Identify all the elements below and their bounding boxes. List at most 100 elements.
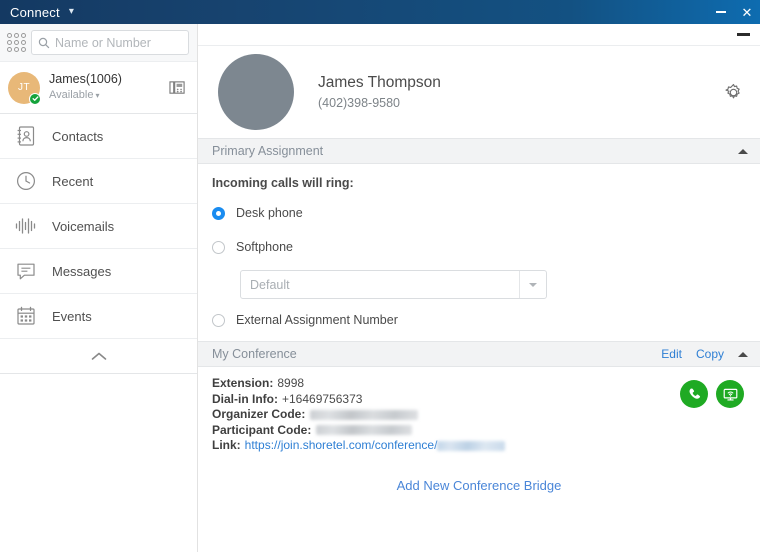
connect-app-window: Connect ▾ ✕ <box>0 0 760 552</box>
sidebar-empty-area <box>0 374 197 552</box>
current-user-text: James(1006) Available▾ <box>49 72 167 103</box>
close-button[interactable]: ✕ <box>734 0 760 24</box>
contacts-book-icon <box>10 125 42 147</box>
incoming-calls-label: Incoming calls will ring: <box>212 176 760 190</box>
sidebar-item-label: Events <box>52 309 92 324</box>
my-conference-header[interactable]: My Conference Edit Copy <box>198 341 760 367</box>
sidebar-item-label: Voicemails <box>52 219 114 234</box>
minimize-icon <box>737 33 750 36</box>
chevron-down-icon[interactable]: ▾ <box>69 7 74 17</box>
sidebar-item-contacts[interactable]: Contacts <box>0 114 197 159</box>
radio-softphone[interactable] <box>212 241 225 254</box>
main-panel: James Thompson (402)398-9580 Primary Ass… <box>198 24 760 552</box>
softphone-select[interactable]: Default <box>240 270 547 299</box>
add-bridge-row: Add New Conference Bridge <box>198 462 760 552</box>
conference-detail-link: Link: https://join.shoretel.com/conferen… <box>212 438 680 454</box>
radio-option-external-assignment[interactable]: External Assignment Number <box>212 309 760 331</box>
settings-button[interactable] <box>720 79 746 105</box>
sidebar-collapse-button[interactable] <box>0 339 197 374</box>
section-title: Primary Assignment <box>212 144 738 158</box>
dialpad-grid-icon[interactable] <box>6 32 27 54</box>
triangle-up-icon[interactable] <box>738 352 748 357</box>
conference-detail-organizer-code: Organizer Code: <box>212 407 680 423</box>
detail-value: +16469756373 <box>282 392 362 408</box>
current-user-row[interactable]: JT James(1006) Available▾ <box>0 62 197 114</box>
minimize-icon <box>716 11 726 13</box>
clock-icon <box>10 170 42 192</box>
radio-option-desk-phone[interactable]: Desk phone <box>212 202 760 224</box>
radio-label: External Assignment Number <box>236 313 398 327</box>
window-body: JT James(1006) Available▾ <box>0 24 760 552</box>
softphone-select-row: Default <box>240 270 760 299</box>
minimize-button[interactable] <box>708 0 734 24</box>
sidebar-item-recent[interactable]: Recent <box>0 159 197 204</box>
radio-option-softphone[interactable]: Softphone <box>212 236 760 258</box>
detail-key: Participant Code: <box>212 423 311 439</box>
presence-status-label: Available <box>49 89 93 101</box>
panel-minimize-button[interactable] <box>737 33 750 36</box>
primary-assignment-body: Incoming calls will ring: Desk phone Sof… <box>198 164 760 341</box>
copy-button[interactable]: Copy <box>696 347 724 361</box>
conference-detail-extension: Extension: 8998 <box>212 376 680 392</box>
sidebar-item-voicemails[interactable]: Voicemails <box>0 204 197 249</box>
chevron-down-icon <box>529 283 537 287</box>
triangle-up-icon[interactable] <box>738 149 748 154</box>
search-row <box>0 24 197 62</box>
redacted-link-value <box>437 441 505 451</box>
search-box[interactable] <box>31 30 189 55</box>
call-conference-button[interactable] <box>680 380 708 408</box>
current-user-name: James(1006) <box>49 72 167 87</box>
detail-key: Link: <box>212 438 241 454</box>
primary-assignment-header[interactable]: Primary Assignment <box>198 138 760 164</box>
detail-key: Organizer Code: <box>212 407 305 423</box>
presence-status-selector[interactable]: Available▾ <box>49 88 167 103</box>
desk-phone-icon[interactable] <box>167 78 187 98</box>
radio-label: Softphone <box>236 240 293 254</box>
profile-text: James Thompson (402)398-9580 <box>318 73 720 112</box>
conference-link[interactable]: https://join.shoretel.com/conference/ <box>245 438 438 454</box>
radio-label: Desk phone <box>236 206 303 220</box>
section-title: My Conference <box>212 347 661 361</box>
phone-icon <box>686 386 703 403</box>
detail-value: 8998 <box>277 376 304 392</box>
chat-bubble-icon <box>10 260 42 282</box>
my-conference-actions: Edit Copy <box>661 347 748 361</box>
window-controls: ✕ <box>708 0 760 24</box>
detail-key: Extension: <box>212 376 273 392</box>
primary-assignment-actions <box>738 149 748 154</box>
share-screen-button[interactable] <box>716 380 744 408</box>
softphone-select-value: Default <box>241 271 519 298</box>
conference-action-buttons <box>680 376 744 408</box>
sidebar-item-label: Messages <box>52 264 111 279</box>
panel-topbar <box>198 24 760 46</box>
title-bar: Connect ▾ ✕ <box>0 0 760 24</box>
gear-icon <box>724 83 743 102</box>
profile-header: James Thompson (402)398-9580 <box>198 46 760 138</box>
sidebar-item-events[interactable]: Events <box>0 294 197 339</box>
detail-key: Dial-in Info: <box>212 392 278 408</box>
radio-external-assignment[interactable] <box>212 314 225 327</box>
edit-button[interactable]: Edit <box>661 347 682 361</box>
redacted-value <box>310 410 418 420</box>
radio-desk-phone[interactable] <box>212 207 225 220</box>
screen-share-icon <box>722 386 739 403</box>
redacted-value <box>316 425 412 435</box>
chevron-up-icon <box>90 351 108 362</box>
sidebar: JT James(1006) Available▾ <box>0 24 198 552</box>
calendar-icon <box>10 305 42 327</box>
page-title: James Thompson <box>318 73 720 93</box>
sidebar-nav: Contacts Recent <box>0 114 197 339</box>
available-check-icon <box>29 93 41 105</box>
add-new-conference-bridge-link[interactable]: Add New Conference Bridge <box>397 478 562 493</box>
softphone-select-arrow-button[interactable] <box>519 271 546 298</box>
waveform-icon <box>10 215 42 237</box>
search-icon <box>38 37 50 49</box>
sidebar-item-messages[interactable]: Messages <box>0 249 197 294</box>
search-input[interactable] <box>55 36 182 50</box>
conference-detail-participant-code: Participant Code: <box>212 423 680 439</box>
avatar: JT <box>8 72 40 104</box>
chevron-down-icon: ▾ <box>95 91 99 100</box>
my-conference-body: Extension: 8998 Dial-in Info: +164697563… <box>198 367 760 462</box>
profile-phone: (402)398-9580 <box>318 94 720 112</box>
conference-detail-dial-in: Dial-in Info: +16469756373 <box>212 392 680 408</box>
